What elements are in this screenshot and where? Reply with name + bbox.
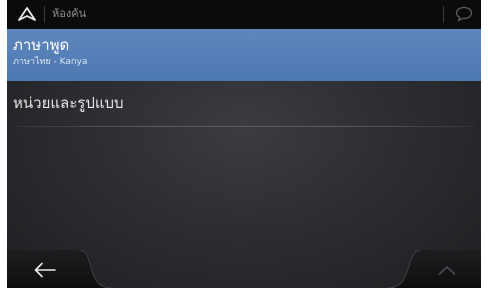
top-bar-divider-right	[443, 6, 444, 23]
menu-item-language-title: ภาษาพูด	[13, 36, 70, 54]
navigation-arrow-icon[interactable]	[18, 7, 36, 21]
page-title: ห้องค้น	[52, 7, 87, 20]
menu-item-units-title: หน่วยและรูปแบบ	[13, 94, 124, 112]
back-button[interactable]	[7, 250, 79, 288]
menu-item-language[interactable]: ภาษาพูด ภาษาไทย - Kanya	[7, 29, 481, 81]
menu-item-units-formats[interactable]: หน่วยและรูปแบบ	[7, 82, 481, 126]
bottom-bar	[7, 250, 481, 288]
settings-screen: ห้องค้น ภาษาพูด ภาษาไทย - Kanya หน่วยและ…	[7, 0, 481, 288]
menu-item-language-value: ภาษาไทย - Kanya	[13, 57, 88, 67]
back-arrow-icon	[34, 262, 56, 278]
top-bar-divider	[44, 6, 45, 23]
scroll-up-button[interactable]	[421, 250, 481, 288]
list-divider	[13, 126, 475, 127]
top-bar: ห้องค้น	[7, 0, 481, 29]
chevron-up-icon	[438, 266, 456, 275]
speech-bubble-icon[interactable]	[455, 6, 473, 22]
